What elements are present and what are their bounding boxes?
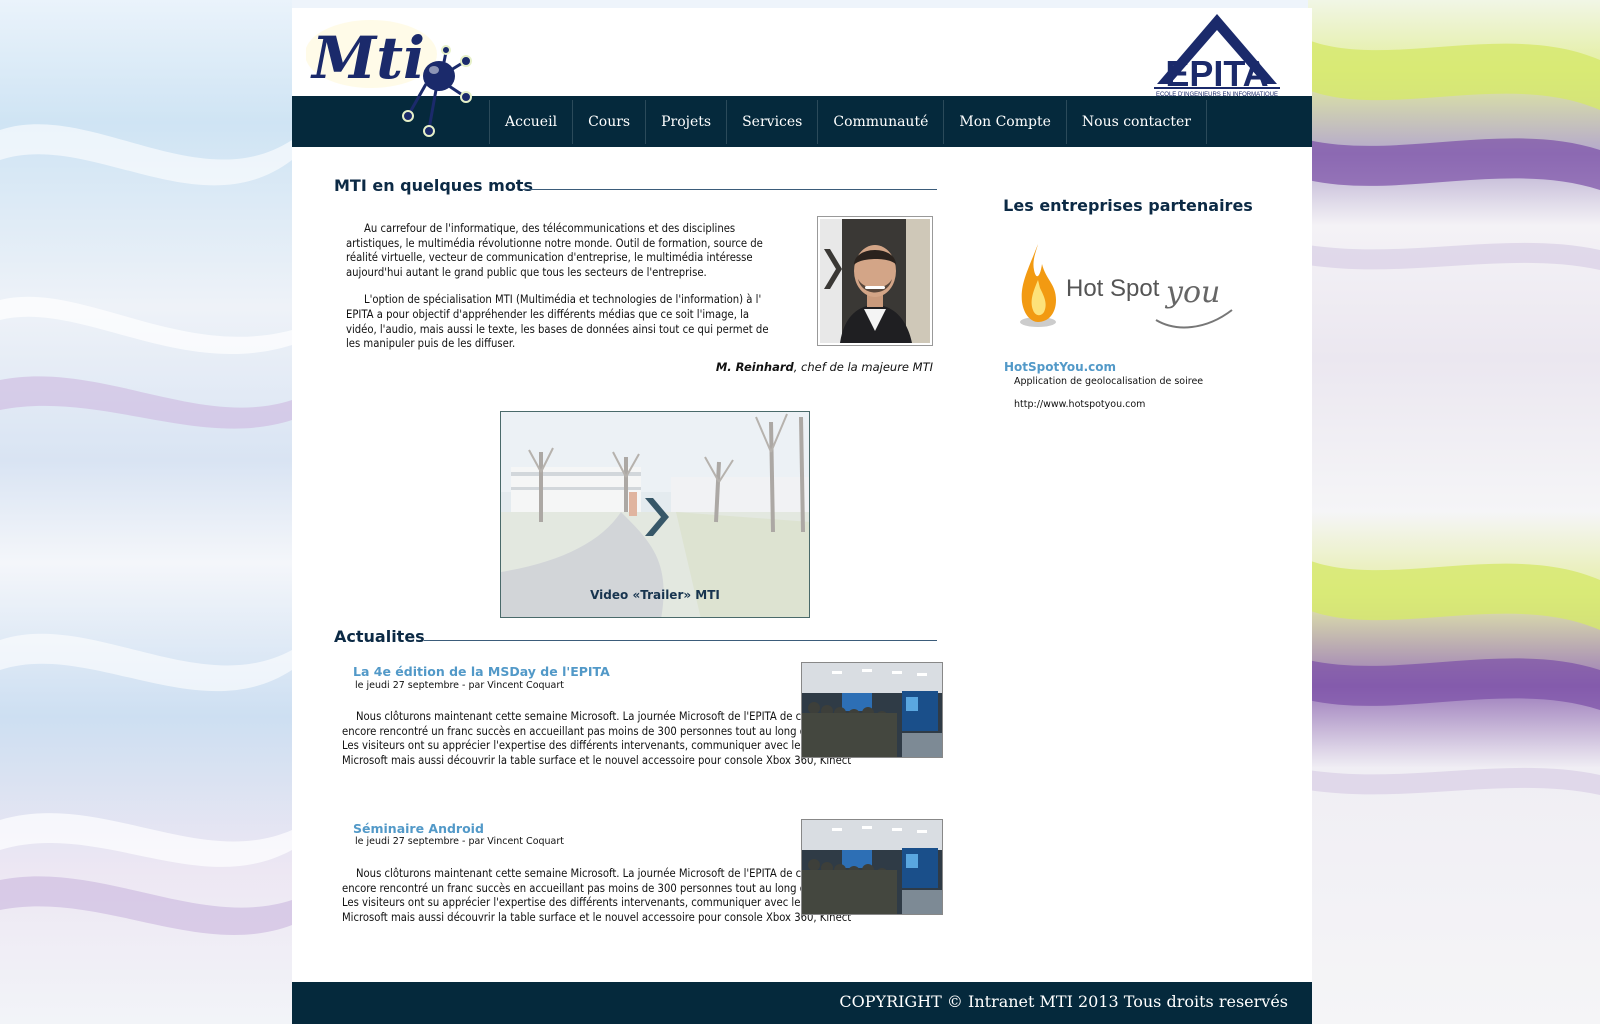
page-container: Accueil Cours Projets Services Communaut… bbox=[292, 8, 1312, 1024]
signature-name: M. Reinhard bbox=[715, 360, 794, 374]
partner-name-link[interactable]: HotSpotYou.com bbox=[1004, 360, 1116, 374]
director-portrait bbox=[817, 216, 933, 346]
news-item-title[interactable]: La 4e édition de la MSDay de l'EPITA bbox=[353, 664, 610, 679]
hotspotyou-logo-text-you: you bbox=[1164, 275, 1220, 310]
right-decorative-background bbox=[1308, 0, 1600, 1024]
epita-tagline: ECOLE D'INGENIEURS EN INFORMATIQUE bbox=[1156, 92, 1278, 98]
intro-signature: M. Reinhard, chef de la majeure MTI bbox=[592, 360, 933, 374]
nav-nous-contacter[interactable]: Nous contacter bbox=[1067, 100, 1207, 144]
news-item-image[interactable] bbox=[801, 662, 943, 758]
partner-description: Application de geolocalisation de soiree bbox=[1014, 376, 1204, 387]
nav-cours[interactable]: Cours bbox=[573, 100, 647, 144]
intro-title: MTI en quelques mots bbox=[334, 176, 533, 195]
news-item-image[interactable] bbox=[801, 819, 943, 915]
news-item-title[interactable]: Séminaire Android bbox=[353, 821, 484, 836]
site-footer: COPYRIGHT © Intranet MTI 2013 Tous droit… bbox=[292, 982, 1312, 1024]
news-title: Actualites bbox=[334, 627, 425, 646]
intro-text: Au carrefour de l'informatique, des télé… bbox=[346, 222, 778, 365]
signature-role: , chef de la majeure MTI bbox=[793, 360, 933, 374]
nav-mon-compte[interactable]: Mon Compte bbox=[944, 100, 1067, 144]
site-header: Accueil Cours Projets Services Communaut… bbox=[292, 8, 1312, 148]
nav-projets[interactable]: Projets bbox=[646, 100, 728, 144]
partner-url-link[interactable]: http://www.hotspotyou.com bbox=[1014, 399, 1145, 410]
news-item-meta: le jeudi 27 septembre - par Vincent Coqu… bbox=[355, 836, 565, 847]
nav-accueil[interactable]: Accueil bbox=[490, 100, 574, 144]
intro-paragraph-2: L'option de spécialisation MTI (Multiméd… bbox=[346, 293, 769, 351]
hotspotyou-logo[interactable]: Hot Spot you bbox=[1006, 240, 1246, 340]
news-item-meta: le jeudi 27 septembre - par Vincent Coqu… bbox=[355, 680, 565, 691]
nav-communaute[interactable]: Communauté bbox=[818, 100, 945, 144]
main-nav: Accueil Cours Projets Services Communaut… bbox=[489, 100, 1207, 144]
intro-title-rule bbox=[522, 189, 937, 190]
partners-title: Les entreprises partenaires bbox=[1003, 196, 1253, 215]
copyright-text: COPYRIGHT © Intranet MTI 2013 Tous droit… bbox=[839, 992, 1288, 1011]
epita-logo[interactable]: EPITA ECOLE D'INGENIEURS EN INFORMATIQUE bbox=[1142, 12, 1292, 98]
mti-logo-text: Mti bbox=[310, 24, 425, 92]
trailer-video[interactable]: Video «Trailer» MTI bbox=[500, 411, 810, 618]
nav-services[interactable]: Services bbox=[727, 100, 819, 144]
news-title-rule bbox=[424, 640, 937, 641]
mti-logo[interactable]: Mti bbox=[306, 14, 476, 142]
left-decorative-background bbox=[0, 0, 292, 1024]
hotspotyou-logo-text: Hot Spot bbox=[1066, 275, 1160, 302]
video-label: Video «Trailer» MTI bbox=[590, 588, 720, 602]
intro-paragraph-1: Au carrefour de l'informatique, des télé… bbox=[346, 222, 763, 279]
